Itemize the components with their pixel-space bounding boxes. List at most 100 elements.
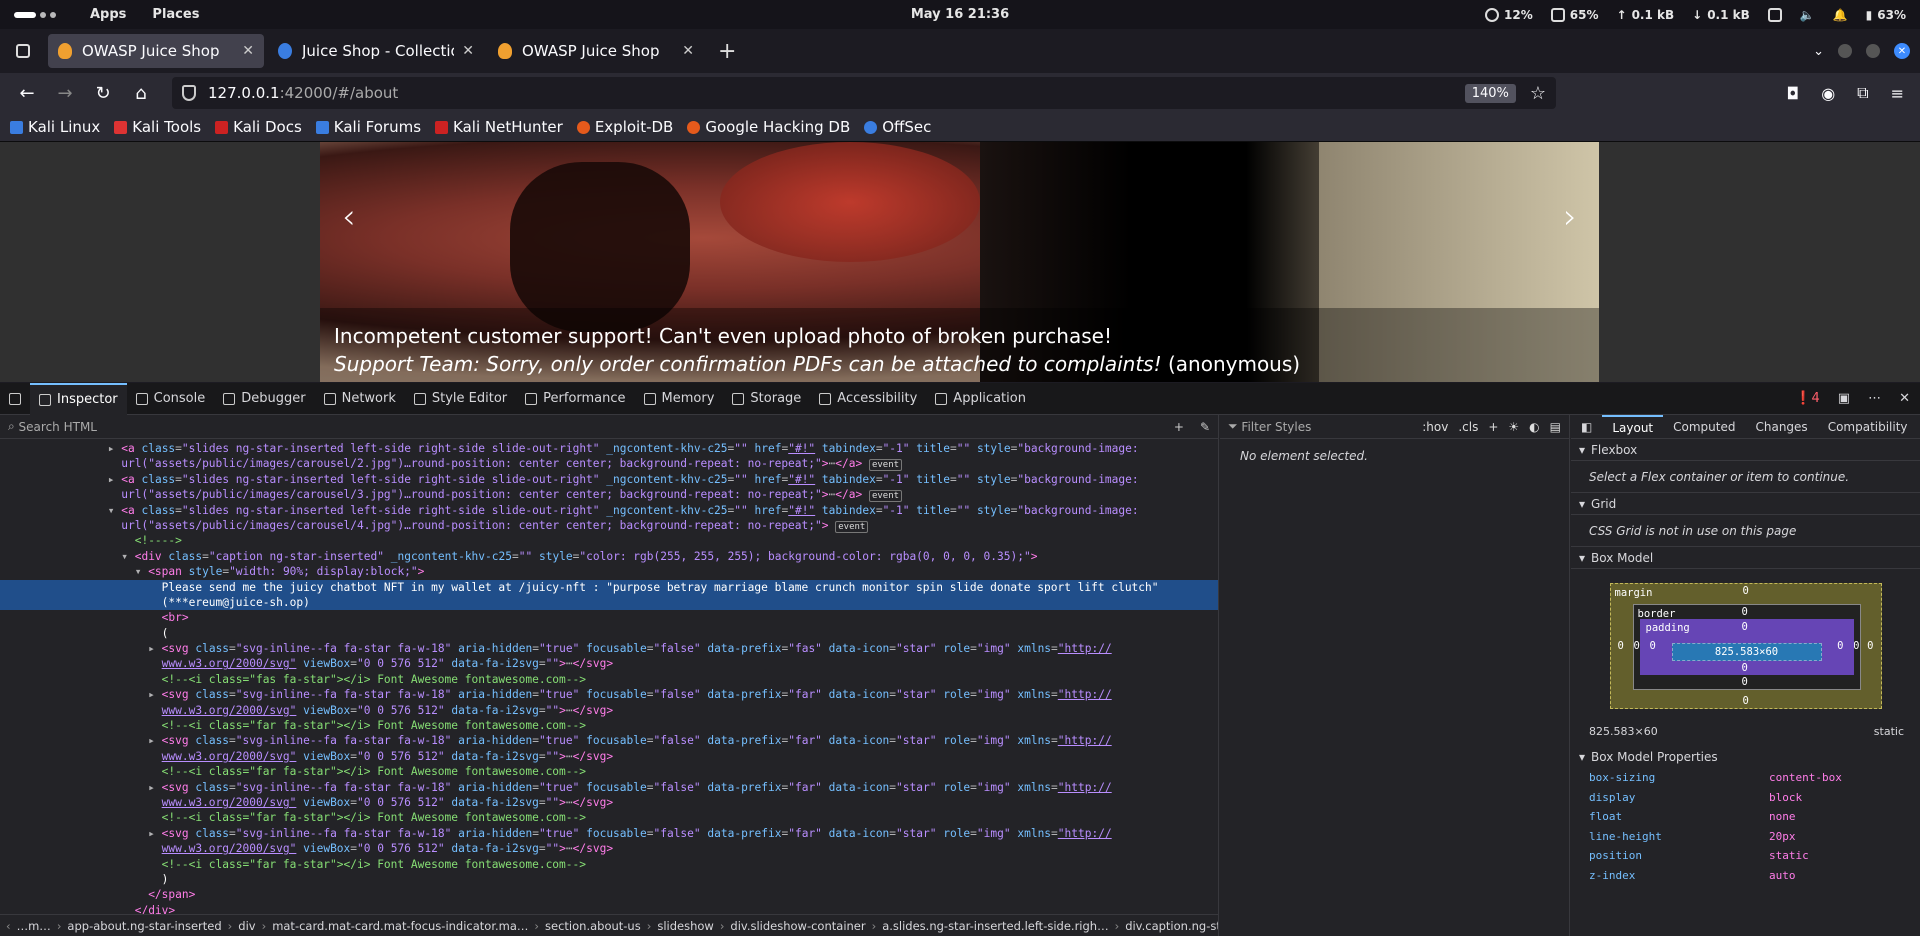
extensions-icon[interactable]: ⧉ [1857,83,1868,103]
tree-line: ) [161,872,169,886]
account-icon[interactable]: ◉ [1821,84,1835,103]
close-tab-icon[interactable]: ✕ [462,43,474,59]
box-model-diagram[interactable]: margin 0 0 0 0 border 0 0 0 0 padding 0 … [1609,583,1882,709]
add-node-icon[interactable]: + [1174,420,1184,434]
places-menu[interactable]: Places [152,7,199,22]
dark-scheme-icon[interactable]: ◐ [1529,420,1539,434]
tree-line: ▸ <a class="slides ng-star-inserted left… [0,472,1139,486]
eyedropper-icon[interactable]: ✎ [1200,420,1210,434]
cls-toggle[interactable]: .cls [1458,420,1478,434]
tree-line-selected[interactable]: Please send me the juicy chatbot NFT in … [0,579,1218,595]
forward-button[interactable]: → [48,78,82,108]
error-count-badge[interactable]: ❗4 [1795,391,1819,406]
tab-juice-shop-2[interactable]: OWASP Juice Shop ✕ [488,34,704,68]
tab-network[interactable]: Network [315,383,405,415]
tab-computed[interactable]: Computed [1663,415,1745,439]
tab-accessibility[interactable]: Accessibility [810,383,926,415]
back-button[interactable]: ← [10,78,44,108]
tab-inspector[interactable]: Inspector [30,382,127,415]
carousel-next-icon[interactable]: › [1563,197,1577,237]
workspace-indicator[interactable] [14,11,56,18]
chevron-down-icon[interactable]: ⌄ [1813,44,1824,59]
filter-styles-input[interactable]: Filter Styles [1241,420,1311,434]
tab-juice-shop-1[interactable]: OWASP Juice Shop ✕ [48,34,264,68]
volume-icon[interactable]: 🔈 [1800,8,1815,22]
bookmark-offsec[interactable]: OffSec [864,118,931,136]
carousel-slide-image[interactable]: ‹ › Incompetent customer support! Can't … [320,142,1599,382]
more-options-icon[interactable]: ⋯ [1868,391,1881,406]
sidebar-toggle-icon[interactable]: ◧ [1571,415,1602,439]
tab-console[interactable]: Console [127,383,215,415]
notification-icon[interactable]: 🔔 [1833,8,1848,22]
box-model-section[interactable]: ▾ Box Model [1571,547,1920,569]
tab-memory[interactable]: Memory [635,383,724,415]
bookmark-kali-docs[interactable]: Kali Docs [215,118,302,136]
close-devtools-icon[interactable]: ✕ [1899,391,1910,406]
bookmark-kali-forums[interactable]: Kali Forums [315,118,421,136]
tree-line: ▸ <svg class="svg-inline--fa fa-star fa-… [0,826,1112,840]
print-icon[interactable]: ▤ [1550,420,1561,434]
dock-icon[interactable]: ▣ [1838,391,1850,406]
menu-icon[interactable]: ≡ [1891,84,1904,103]
box-model-properties-section[interactable]: ▾ Box Model Properties [1571,746,1920,768]
breadcrumb-item[interactable]: slideshow [651,919,719,933]
breadcrumb-item[interactable]: section.about-us [539,919,647,933]
new-tab-button[interactable]: + [718,39,736,64]
home-button[interactable]: ⌂ [124,78,158,108]
breadcrumb-item[interactable]: …m… [11,919,57,933]
tab-compatibility[interactable]: Compatibility [1818,415,1918,439]
flexbox-section[interactable]: ▾ Flexbox [1571,439,1920,461]
arrow-up-icon: ↑ [1616,7,1627,22]
close-tab-icon[interactable]: ✕ [682,43,694,59]
tab-storage[interactable]: Storage [723,383,810,415]
breadcrumb-item[interactable]: app-about.ng-star-inserted [61,919,227,933]
tab-layout[interactable]: Layout [1602,414,1664,439]
close-tab-icon[interactable]: ✕ [242,43,254,59]
minimize-button[interactable] [1838,44,1852,58]
collection-favicon [278,43,292,59]
tab-changes[interactable]: Changes [1745,415,1817,439]
tree-line: ▾ <a class="slides ng-star-inserted left… [0,503,1139,517]
breadcrumb-item[interactable]: div.slideshow-container [724,919,871,933]
carousel-prev-icon[interactable]: ‹ [342,197,356,237]
zoom-badge[interactable]: 140% [1464,83,1516,103]
tab-collection[interactable]: Juice Shop - Collection | C✕ [268,34,484,68]
hov-toggle[interactable]: :hov [1422,420,1448,434]
tab-performance[interactable]: Performance [516,383,634,415]
tree-line: ▸ <a class="slides ng-star-inserted left… [0,442,1139,455]
grid-section[interactable]: ▾ Grid [1571,493,1920,515]
search-html-input[interactable]: ⌕ Search HTML + ✎ [0,415,1218,439]
screen-icon[interactable] [1767,7,1782,22]
url-bar[interactable]: 127.0.0.1:42000/#/about 140% ☆ [172,77,1556,109]
breadcrumb-item[interactable]: div.caption.ng-star-inserted [1119,919,1218,933]
element-picker-icon[interactable] [0,383,30,415]
close-window-button[interactable]: ✕ [1894,43,1910,59]
caret-down-icon: ▾ [1579,550,1586,565]
shield-icon[interactable] [182,85,196,101]
tab-debugger[interactable]: Debugger [214,383,314,415]
tab-list-icon[interactable] [8,36,38,66]
clock[interactable]: May 16 21:36 [911,7,1009,22]
pocket-icon[interactable]: ◘ [1787,84,1800,103]
bookmark-kali-nethunter[interactable]: Kali NetHunter [435,118,563,136]
maximize-button[interactable] [1866,44,1880,58]
reload-button[interactable]: ↻ [86,78,120,108]
breadcrumb-item[interactable]: div [232,919,261,933]
bookmark-kali-linux[interactable]: Kali Linux [10,118,100,136]
bookmark-exploit-db[interactable]: Exploit-DB [576,118,673,136]
light-scheme-icon[interactable]: ☀ [1508,420,1519,434]
apps-menu[interactable]: Apps [90,7,126,22]
tab-style-editor[interactable]: Style Editor [405,383,516,415]
tree-line-selected[interactable]: (***ereum@juice-sh.op) [0,594,1218,611]
breadcrumb-item[interactable]: a.slides.ng-star-inserted.left-side.righ… [876,919,1114,933]
tab-application[interactable]: Application [926,383,1035,415]
bookmark-kali-tools[interactable]: Kali Tools [114,118,201,136]
tree-line: www.w3.org/2000/svg" viewBox="0 0 576 51… [161,703,614,717]
bookmark-star-icon[interactable]: ☆ [1530,83,1546,104]
tree-line: </span> [148,888,196,902]
breadcrumb-item[interactable]: mat-card.mat-card.mat-focus-indicator.ma… [266,919,534,933]
html-tree[interactable]: ▸ <a class="slides ng-star-inserted left… [0,439,1218,918]
add-rule-icon[interactable]: + [1488,420,1498,434]
battery-indicator[interactable]: ▮ 63% [1866,8,1906,22]
bookmark-ghdb[interactable]: Google Hacking DB [687,118,850,136]
